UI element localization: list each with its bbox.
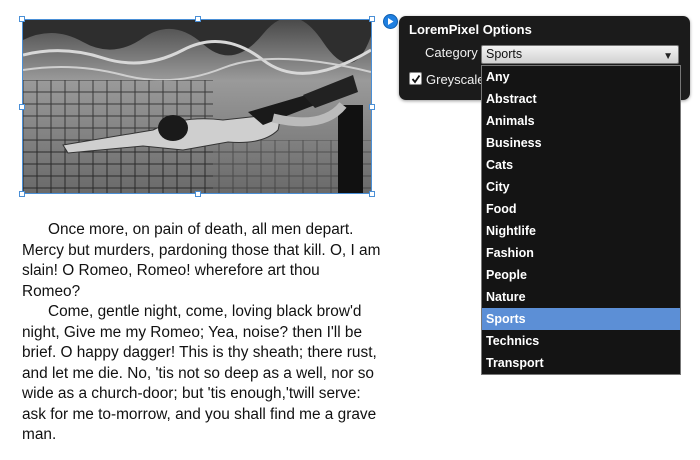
chevron-down-icon: ▼ [663, 51, 673, 62]
play-icon [388, 18, 394, 25]
resize-handle-e[interactable] [369, 104, 375, 110]
selected-image[interactable] [19, 16, 375, 197]
dropdown-option[interactable]: Food [482, 198, 680, 220]
paragraph: Come, gentle night, come, loving black b… [22, 303, 377, 443]
dropdown-option[interactable]: Nightlife [482, 220, 680, 242]
dropdown-option[interactable]: Nature [482, 286, 680, 308]
dropdown-option[interactable]: Abstract [482, 88, 680, 110]
category-dropdown-list: Any Abstract Animals Business Cats City … [481, 65, 681, 375]
dropdown-option[interactable]: Cats [482, 154, 680, 176]
dropdown-option[interactable]: Fashion [482, 242, 680, 264]
dropdown-option[interactable]: Technics [482, 330, 680, 352]
checkmark-icon [411, 74, 420, 83]
resize-handle-nw[interactable] [19, 16, 25, 22]
resize-handle-s[interactable] [195, 191, 201, 197]
swimmer-photo [23, 20, 371, 193]
category-select[interactable]: Sports ▼ [481, 45, 679, 64]
dropdown-option[interactable]: Any [482, 66, 680, 88]
panel-title: LoremPixel Options [409, 22, 532, 37]
category-select-value: Sports [486, 47, 523, 61]
greyscale-label: Greyscale [426, 72, 485, 87]
passage-text[interactable]: Once more, on pain of death, all men dep… [22, 220, 382, 446]
dropdown-option[interactable]: Transport [482, 352, 680, 374]
resize-handle-n[interactable] [195, 16, 201, 22]
resize-handle-sw[interactable] [19, 191, 25, 197]
dropdown-option[interactable]: City [482, 176, 680, 198]
paragraph: Once more, on pain of death, all men dep… [22, 221, 381, 300]
dropdown-option-selected[interactable]: Sports [482, 308, 680, 330]
resize-handle-ne[interactable] [369, 16, 375, 22]
resize-handle-w[interactable] [19, 104, 25, 110]
dropdown-option[interactable]: Business [482, 132, 680, 154]
category-label: Category [425, 45, 478, 60]
dropdown-option[interactable]: People [482, 264, 680, 286]
greyscale-checkbox[interactable] [409, 72, 422, 85]
dropdown-option[interactable]: Animals [482, 110, 680, 132]
options-toggle-button[interactable] [383, 14, 398, 29]
resize-handle-se[interactable] [369, 191, 375, 197]
